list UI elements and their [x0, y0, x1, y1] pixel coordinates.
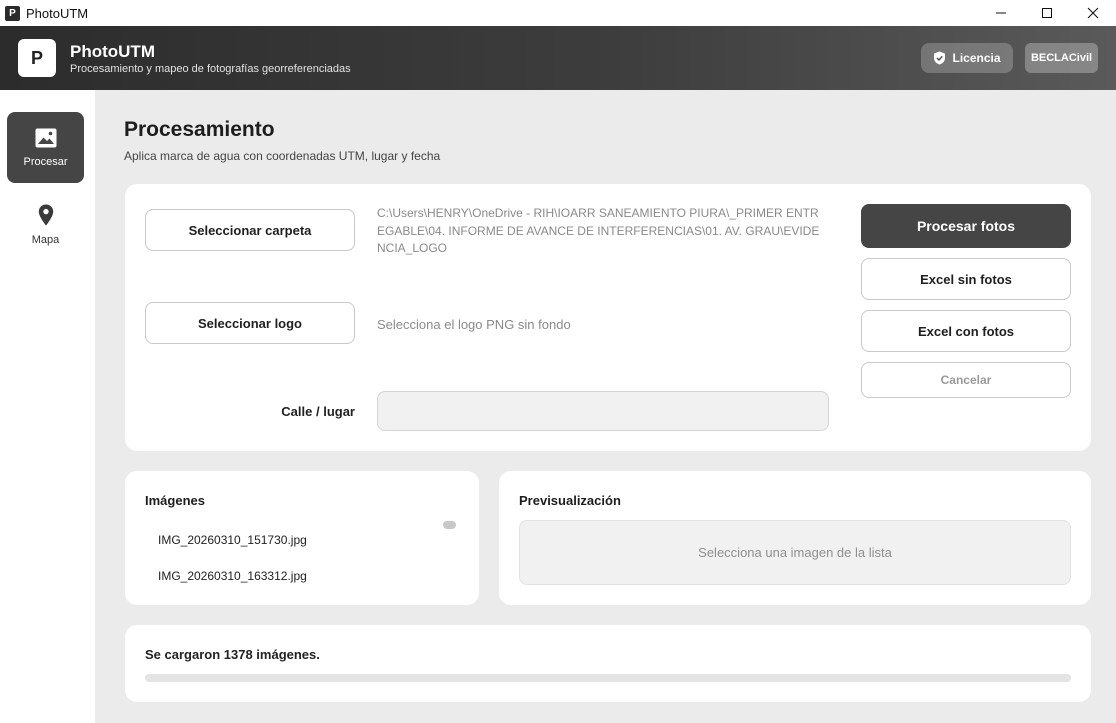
minimize-icon	[996, 12, 1006, 14]
status-card	[125, 625, 1091, 702]
maximize-button[interactable]	[1024, 0, 1070, 26]
window-titlebar: P PhotoUTM	[0, 0, 1116, 26]
list-item[interactable]: IMG_20260310_151730.jpg	[158, 533, 307, 547]
select-logo-button[interactable]: Seleccionar logo	[145, 302, 355, 344]
window-title: PhotoUTM	[26, 5, 89, 21]
logo-hint: Selecciona el logo PNG sin fondo	[377, 317, 571, 332]
minimize-button[interactable]	[978, 0, 1024, 26]
images-scrollbar[interactable]	[443, 521, 456, 529]
select-folder-button[interactable]: Seleccionar carpeta	[145, 209, 355, 251]
sidebar-item-procesar[interactable]: Procesar	[7, 112, 84, 183]
status-message: Se cargaron 1378 imágenes.	[145, 647, 320, 662]
list-item[interactable]: IMG_20260310_163312.jpg	[158, 569, 307, 583]
close-button[interactable]	[1070, 0, 1116, 26]
license-button[interactable]: Licencia	[921, 43, 1013, 73]
process-photos-button[interactable]: Procesar fotos	[861, 204, 1071, 248]
street-label: Calle / lugar	[281, 404, 355, 419]
user-button[interactable]: BECLACivil	[1025, 43, 1098, 73]
sidebar-item-label: Mapa	[31, 233, 60, 246]
app-subtitle: Procesamiento y mapeo de fotografías geo…	[70, 63, 351, 75]
preview-title: Previsualización	[519, 493, 621, 508]
maximize-icon	[1042, 8, 1052, 18]
close-icon	[1087, 7, 1099, 19]
shield-check-icon	[934, 51, 946, 65]
excel-with-photos-button[interactable]: Excel con fotos	[861, 310, 1071, 352]
progress-bar	[145, 674, 1071, 682]
page-subtitle: Aplica marca de agua con coordenadas UTM…	[124, 149, 441, 163]
page-title: Procesamiento	[124, 118, 275, 141]
cancel-button[interactable]: Cancelar	[861, 362, 1071, 398]
app-header: P PhotoUTM Procesamiento y mapeo de foto…	[0, 26, 1116, 90]
images-title: Imágenes	[145, 493, 205, 508]
app-icon: P	[5, 5, 20, 21]
app-logo: P	[18, 39, 56, 77]
app-name: PhotoUTM	[70, 42, 155, 61]
sidebar-item-mapa[interactable]: Mapa	[7, 189, 84, 260]
image-icon	[35, 128, 56, 147]
preview-area: Selecciona una imagen de la lista	[519, 520, 1071, 585]
street-input[interactable]	[377, 391, 829, 431]
map-pin-icon	[38, 204, 53, 225]
sidebar: Procesar Mapa	[0, 90, 95, 723]
license-label: Licencia	[952, 51, 1001, 65]
folder-path: C:\Users\HENRY\OneDrive - RIH\IOARR SANE…	[377, 206, 820, 255]
excel-no-photos-button[interactable]: Excel sin fotos	[861, 258, 1071, 300]
window-controls	[978, 0, 1116, 26]
sidebar-item-label: Procesar	[23, 155, 68, 168]
